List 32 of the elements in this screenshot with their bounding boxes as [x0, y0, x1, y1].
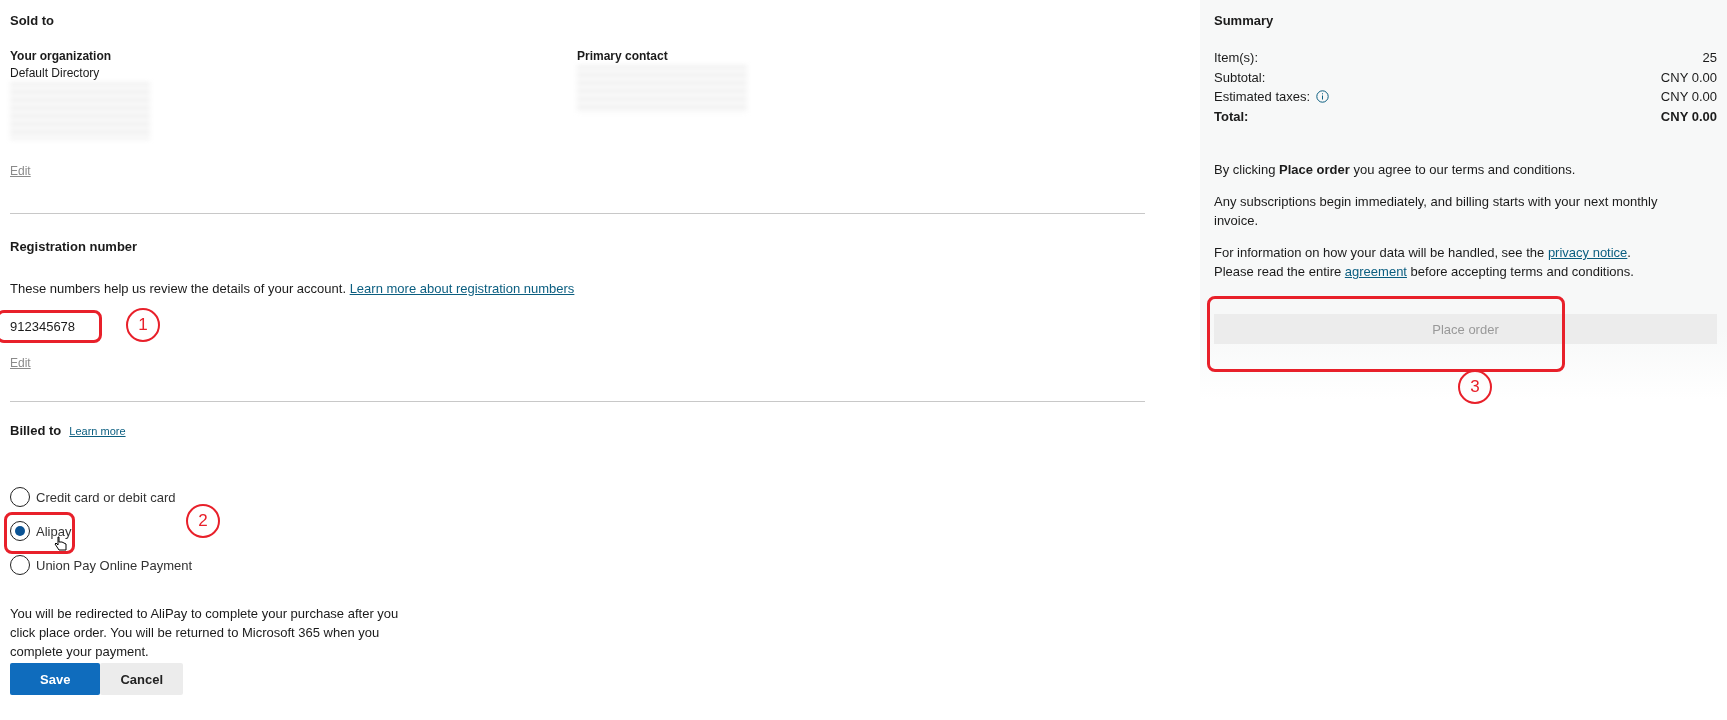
- payment-option[interactable]: Union Pay Online Payment: [10, 548, 193, 582]
- agreement-link[interactable]: agreement: [1344, 264, 1407, 279]
- learn-more-link[interactable]: Learn more about registration numbers: [349, 281, 575, 296]
- annotation-number: 3: [1458, 370, 1492, 404]
- summary-value: CNY 0.00: [1660, 107, 1717, 126]
- section-title: Registration number: [10, 238, 139, 256]
- summary-label: Estimated taxes:: [1214, 87, 1330, 107]
- description-text: These numbers help us review the details of your account.: [10, 281, 346, 296]
- summary-label: Item(s):: [1214, 49, 1259, 67]
- summary-value: CNY 0.00: [1660, 68, 1717, 87]
- info-icon: [1316, 90, 1330, 104]
- redirect-note: You will be redirected to AliPay to complete your purchase after you click place order. You will be returned to Microsoft 365 when you complete your payment.: [10, 605, 400, 661]
- privacy-text: For information on how your data will be handled, see the privacy notice. Please read the entire agreement before accepting terms and conditions.: [1214, 244, 1635, 281]
- summary-label: Subtotal:: [1214, 68, 1266, 87]
- organization-name: Default Directory: [10, 65, 101, 82]
- summary-title: Summary: [1214, 12, 1275, 30]
- cancel-button[interactable]: Cancel: [100, 663, 183, 695]
- terms-text: By clicking Place order you agree to our terms and conditions.: [1214, 161, 1577, 179]
- learn-more-link[interactable]: Learn more: [69, 425, 126, 437]
- section-title: Sold to: [10, 12, 56, 30]
- annotation-number: 1: [126, 308, 160, 342]
- summary-label: Total:: [1214, 107, 1249, 126]
- summary-value: CNY 0.00: [1660, 88, 1717, 106]
- billing-note: Any subscriptions begin immediately, and billing starts with your next monthly invoice.: [1214, 193, 1659, 230]
- field-label: Your organization: [10, 48, 113, 65]
- summary-value: 25: [1702, 49, 1717, 67]
- section-title: Billed to: [10, 422, 62, 440]
- annotation-number: 2: [186, 504, 220, 538]
- payment-option[interactable]: Credit card or debit card: [10, 480, 176, 514]
- field-label: Primary contact: [577, 48, 669, 65]
- save-button[interactable]: Save: [10, 663, 101, 695]
- registration-value: 912345678: [10, 318, 76, 336]
